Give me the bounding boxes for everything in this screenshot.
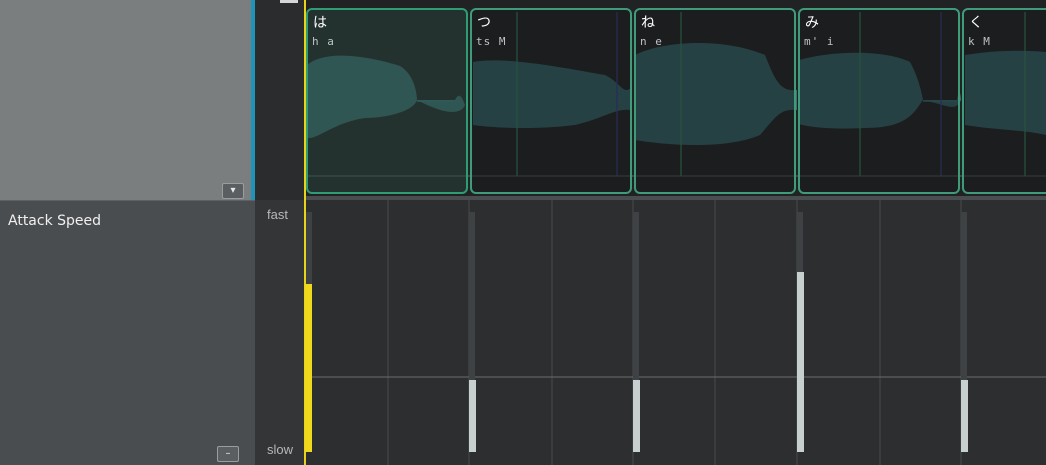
note-lyric: つ <box>477 15 491 31</box>
note-phoneme: h a <box>312 35 335 48</box>
note-lyric: ね <box>641 15 655 31</box>
track-header-panel <box>0 0 251 200</box>
minus-icon[interactable]: – <box>217 446 239 462</box>
note-block[interactable]: ね n e <box>634 8 796 194</box>
scale-bottom-label: slow <box>267 442 294 457</box>
note-phoneme: k M <box>968 35 991 48</box>
parameter-panel <box>0 200 255 465</box>
note-block[interactable]: く k M <box>962 8 1046 194</box>
attack-value-bar[interactable] <box>469 380 476 452</box>
note-lyric: は <box>313 15 327 31</box>
track-selection-edge <box>251 0 255 200</box>
note-phoneme: ts M <box>476 35 507 48</box>
note-block[interactable]: み m' i <box>798 8 960 194</box>
attack-value-bar[interactable] <box>633 380 640 452</box>
attack-value-bar[interactable] <box>797 272 804 452</box>
chevron-down-icon[interactable]: ▾ <box>222 183 244 199</box>
note-phoneme: m' i <box>804 35 835 48</box>
note-block[interactable]: は h a <box>306 8 468 194</box>
note-lyric: く <box>969 15 983 31</box>
piano-roll-timeline[interactable]: は h a つ ts M ね n e み m' i く k M <box>305 0 1046 465</box>
note-phoneme: n e <box>640 35 663 48</box>
parameter-scale-ruler: fast slow <box>255 200 305 465</box>
playhead-marker-top <box>280 0 298 3</box>
note-block[interactable]: つ ts M <box>470 8 632 194</box>
parameter-name-label: Attack Speed <box>8 213 102 229</box>
attack-value-bar[interactable] <box>961 380 968 452</box>
attack-value-bar[interactable] <box>305 284 312 452</box>
scale-top-label: fast <box>267 207 288 222</box>
note-lyric: み <box>805 15 819 31</box>
